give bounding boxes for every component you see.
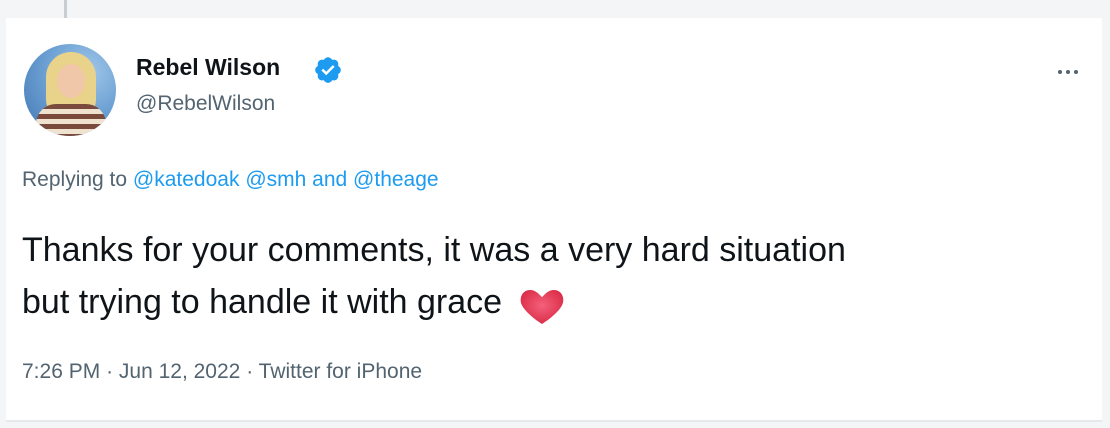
tweet-text-line-2: but trying to handle it with grace	[22, 276, 1092, 328]
author-display-name[interactable]: Rebel Wilson	[136, 54, 280, 81]
avatar-body-shape	[36, 104, 106, 136]
tweet-card[interactable]: Rebel Wilson @RebelWilson Replying to @k…	[6, 18, 1102, 422]
mention-connector: and	[312, 168, 348, 191]
replying-to-line: Replying to @katedoak @smh and @theage	[22, 168, 439, 192]
avatar[interactable]	[24, 44, 116, 136]
tweet-body: Thanks for your comments, it was a very …	[22, 224, 1092, 328]
mention-link-theage[interactable]: @theage	[353, 168, 439, 191]
more-dot	[1058, 70, 1062, 74]
tweet-time[interactable]: 7:26 PM	[22, 360, 100, 383]
meta-separator: ·	[246, 360, 254, 383]
mention-link-katedoak[interactable]: @katedoak	[133, 168, 240, 191]
tweet-text-line-2-text: but trying to handle it with grace	[22, 283, 503, 321]
replying-to-label: Replying to	[22, 168, 128, 191]
tweet-meta: 7:26 PM · Jun 12, 2022 · Twitter for iPh…	[22, 360, 422, 384]
mention-link-smh[interactable]: @smh	[245, 168, 306, 191]
author-handle[interactable]: @RebelWilson	[136, 92, 275, 116]
avatar-face-shape	[57, 64, 85, 98]
tweet-source: Twitter for iPhone	[258, 360, 423, 383]
tweet-date[interactable]: Jun 12, 2022	[119, 360, 240, 383]
tweet-text-line-1: Thanks for your comments, it was a very …	[22, 231, 846, 269]
more-dot	[1074, 70, 1078, 74]
more-dot	[1066, 70, 1070, 74]
more-options-icon[interactable]	[1058, 70, 1078, 74]
meta-separator: ·	[106, 360, 114, 383]
verified-badge-icon	[315, 57, 341, 83]
red-heart-icon	[520, 290, 563, 325]
